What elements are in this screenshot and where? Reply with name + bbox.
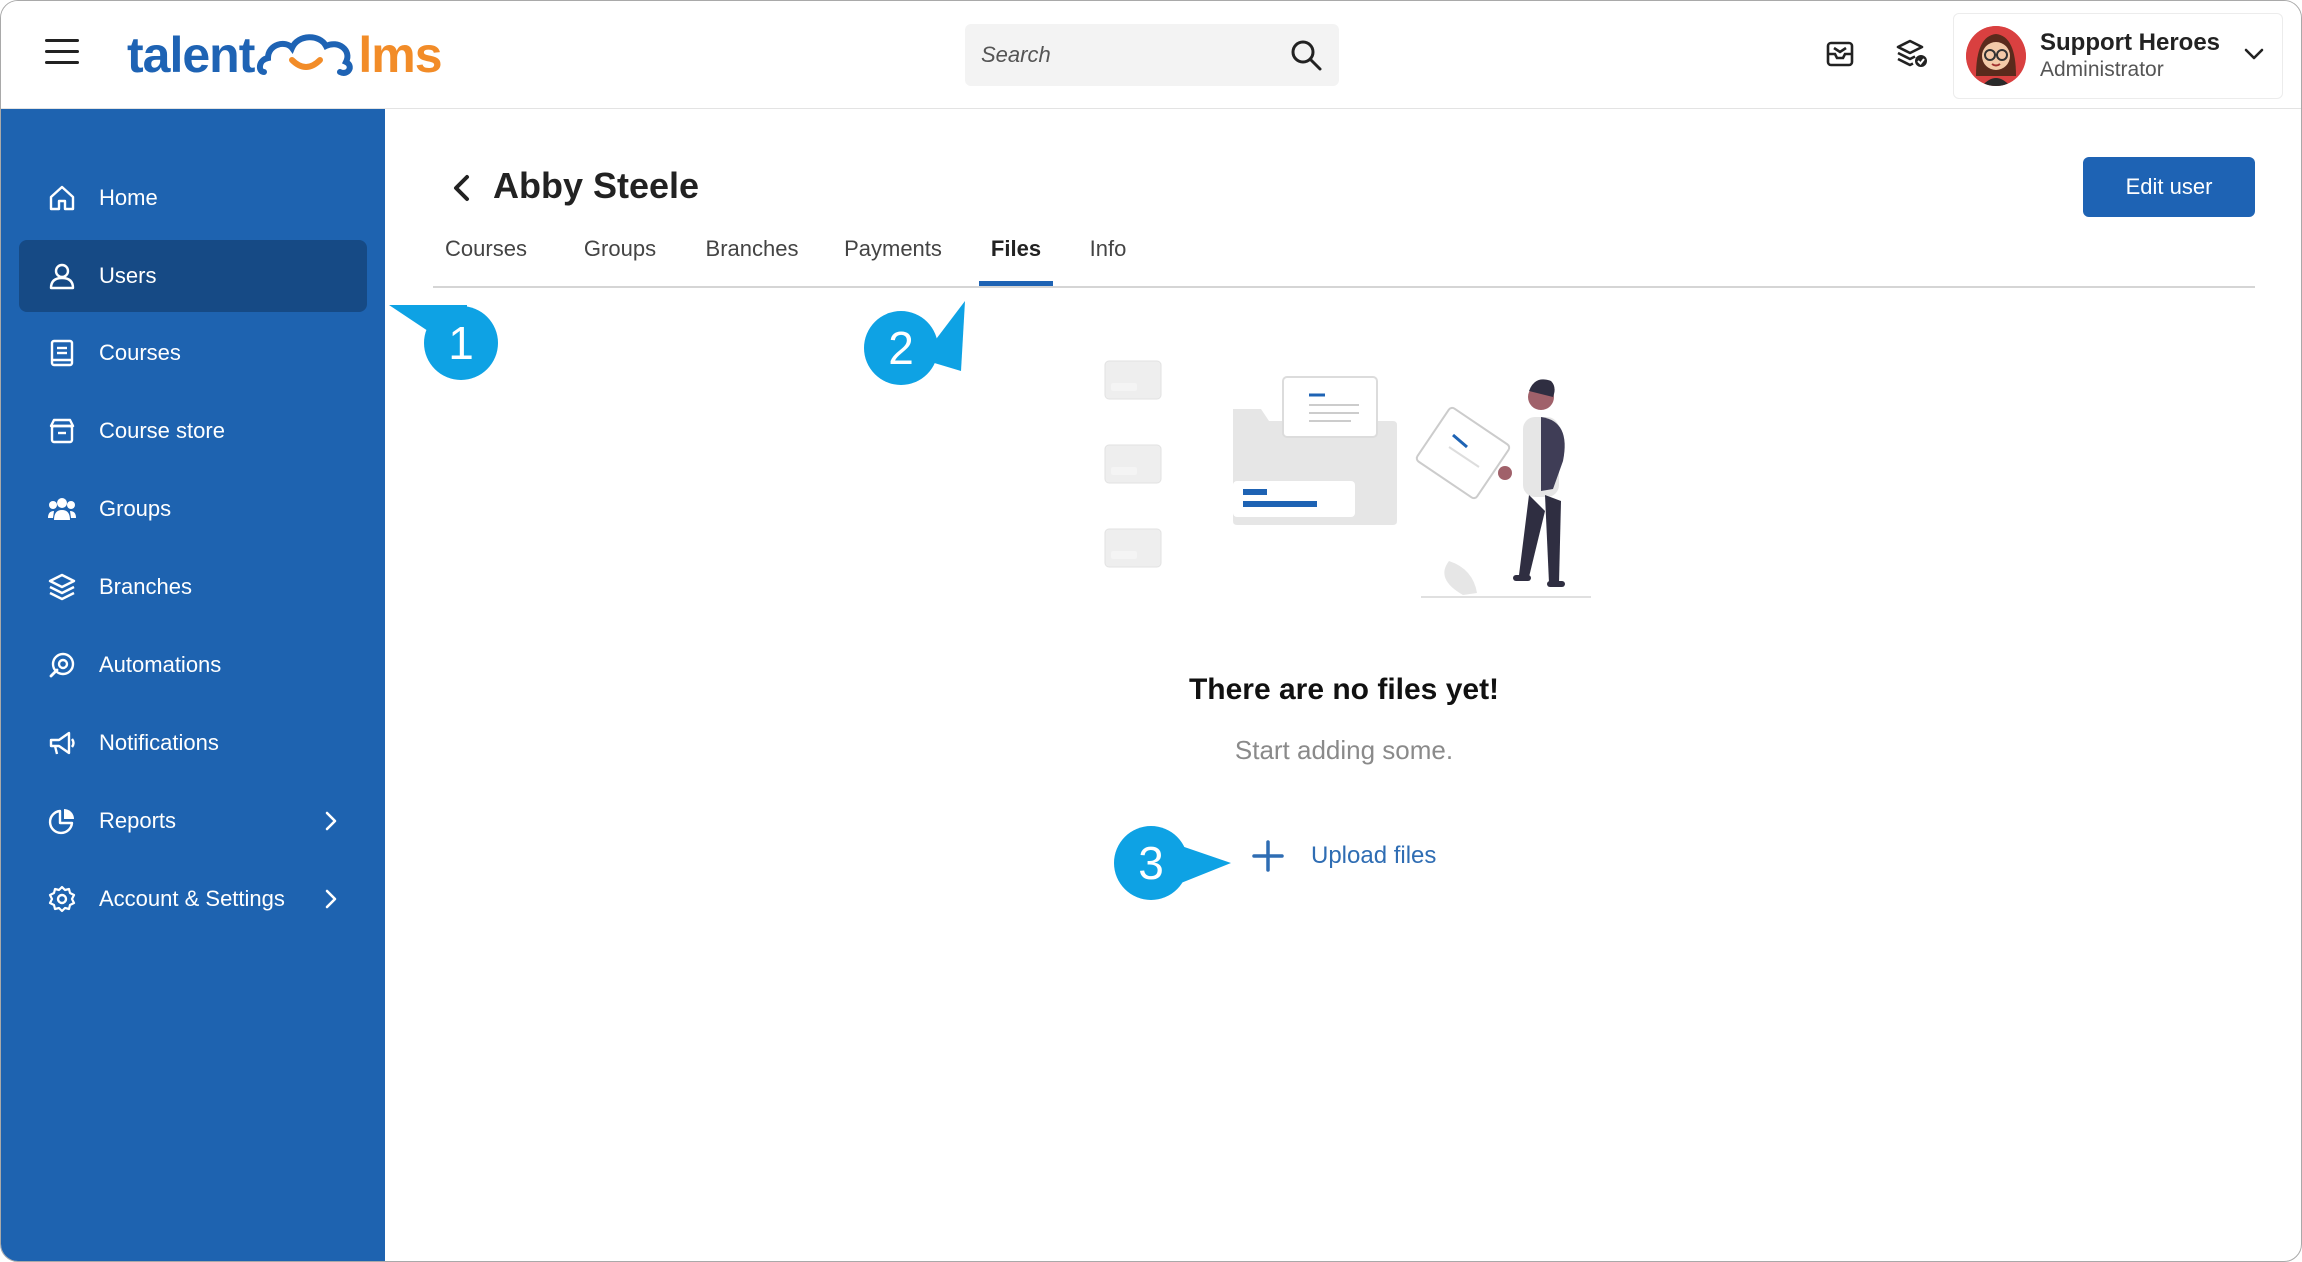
- app-window: talent lms Search Support Heroes Adminis…: [0, 0, 2302, 1262]
- menu-icon[interactable]: [45, 39, 79, 69]
- sidebar-item-label: Automations: [99, 652, 222, 677]
- chevron-down-icon[interactable]: [2242, 42, 2266, 66]
- sidebar-item-reports[interactable]: Reports: [19, 785, 367, 857]
- sidebar-item-label: Groups: [99, 496, 172, 521]
- sidebar-item-notifications[interactable]: Notifications: [19, 707, 367, 779]
- sidebar: Home Users Courses Course store Groups Branch…: [1, 109, 385, 1261]
- plus-icon: [1252, 840, 1284, 872]
- sidebar-item-label: Courses: [99, 340, 181, 365]
- gear-icon: [48, 885, 76, 913]
- user-role: Administrator: [2040, 58, 2164, 81]
- empty-files-illustration: [1104, 360, 1591, 598]
- tab-groups[interactable]: Groups: [571, 229, 669, 284]
- callout-3: 3: [1114, 826, 1188, 900]
- sidebar-item-courses[interactable]: Courses: [19, 317, 367, 389]
- tab-info[interactable]: Info: [1081, 229, 1135, 284]
- upload-files-label: Upload files: [1311, 842, 1437, 869]
- sidebar-item-label: Course store: [99, 418, 225, 443]
- sidebar-item-home[interactable]: Home: [19, 162, 367, 234]
- talentlms-logo[interactable]: talent lms: [127, 23, 443, 87]
- sidebar-item-users[interactable]: Users: [19, 240, 367, 312]
- tab-branches[interactable]: Branches: [697, 229, 807, 284]
- back-arrow-icon[interactable]: [447, 171, 477, 205]
- tab-courses[interactable]: Courses: [433, 229, 539, 284]
- role-switch-icon[interactable]: [1895, 37, 1929, 71]
- user-profile-menu[interactable]: Support Heroes Administrator: [1953, 13, 2283, 99]
- logo-text-right: lms: [358, 27, 442, 83]
- sidebar-item-course-store[interactable]: Course store: [19, 395, 367, 467]
- user-name: Support Heroes: [2040, 29, 2221, 56]
- sidebar-item-automations[interactable]: Automations: [19, 629, 367, 701]
- avatar: [1966, 26, 2026, 86]
- chevron-right-icon: [325, 889, 337, 909]
- sidebar-item-label: Reports: [99, 808, 177, 833]
- sidebar-item-groups[interactable]: Groups: [19, 473, 367, 545]
- page-title: Abby Steele: [493, 165, 700, 206]
- messages-icon[interactable]: [1823, 37, 1857, 71]
- search-icon[interactable]: [1289, 38, 1323, 72]
- book-icon: [50, 339, 74, 367]
- top-bar: talent lms Search Support Heroes Adminis…: [1, 1, 2301, 109]
- edit-user-button[interactable]: Edit user: [2083, 157, 2255, 217]
- home-icon: [49, 185, 75, 211]
- empty-state-subtitle: Start adding some.: [1234, 735, 1454, 765]
- empty-state-title: There are no files yet!: [1188, 673, 1500, 706]
- sidebar-item-account-settings[interactable]: Account & Settings: [19, 863, 367, 935]
- pie-chart-icon: [48, 809, 74, 835]
- sidebar-item-label: Users: [99, 263, 157, 288]
- search-input[interactable]: [965, 41, 1289, 69]
- logo-cloud-icon: [257, 34, 354, 76]
- sidebar-item-branches[interactable]: Branches: [19, 551, 367, 623]
- sidebar-item-label: Branches: [99, 574, 192, 599]
- automation-icon: [49, 652, 75, 678]
- upload-files-button[interactable]: Upload files: [1251, 839, 1436, 873]
- sidebar-item-label: Notifications: [99, 730, 219, 755]
- sidebar-item-label: Home: [99, 185, 158, 210]
- user-icon: [49, 263, 75, 290]
- store-icon: [49, 418, 75, 444]
- callout-2: 2: [864, 311, 938, 385]
- callout-1: 1: [424, 306, 498, 380]
- megaphone-icon: [49, 731, 75, 755]
- chevron-right-icon: [325, 811, 337, 831]
- groups-icon: [48, 498, 76, 520]
- tab-payments[interactable]: Payments: [837, 229, 949, 284]
- layers-icon: [48, 573, 76, 601]
- search-box: [965, 24, 1339, 86]
- user-tabs: Courses Groups Branches Payments Files I…: [433, 229, 2255, 288]
- logo-text-left: talent: [127, 27, 255, 83]
- tab-files[interactable]: Files: [979, 229, 1053, 286]
- sidebar-item-label: Account & Settings: [99, 886, 285, 911]
